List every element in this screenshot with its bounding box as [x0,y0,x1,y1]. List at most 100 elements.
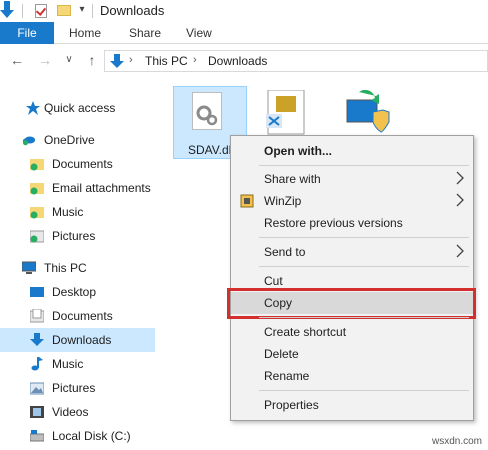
sidebar-item-label: Quick access [44,101,116,115]
menu-item-label: Open with... [264,144,332,158]
sidebar-item-documents[interactable]: Documents [0,304,155,328]
properties-icon[interactable] [35,4,47,18]
menu-separator [259,390,469,391]
menu-item-label: Rename [264,369,310,383]
downloads-icon [30,333,44,346]
setup-shield-icon[interactable] [345,90,391,136]
sidebar-item-onedrive[interactable]: OneDrive [0,128,155,152]
menu-separator [259,165,469,166]
pictures-folder-icon [30,230,44,243]
dll-file-icon [192,92,222,130]
menu-item-label: WinZip [264,194,302,208]
sidebar-item-videos[interactable]: Videos [0,400,155,424]
sidebar-item-label: Music [52,205,84,219]
sidebar-item-label: Documents [52,309,113,323]
menu-item-label: Share with [264,172,321,186]
folder-icon [30,183,44,195]
new-folder-icon[interactable] [57,5,71,16]
menu-separator [259,317,469,318]
navigation-pane: Quick access OneDrive Documents Email at… [0,88,160,450]
menu-item-winzip[interactable]: WinZip [231,190,473,212]
pictures-icon [30,382,44,395]
sidebar-item-label: Email attachments [52,181,151,195]
menu-item-label: Send to [264,245,306,259]
tab-home[interactable]: Home [69,22,101,44]
watermark-text: wsxdn.com [431,436,482,447]
sidebar-item-label: Music [52,357,84,371]
sidebar-item-local-disk[interactable]: Local Disk (C:) [0,424,155,448]
customize-toolbar-icon[interactable]: ▾ [76,3,88,17]
tab-view[interactable]: View [186,22,212,44]
sidebar-item-onedrive-pictures[interactable]: Pictures [0,224,155,248]
winzip-icon [240,194,254,208]
up-arrow-icon[interactable]: ↑ [85,53,99,67]
sidebar-item-quick-access[interactable]: Quick access [0,96,155,120]
menu-item-send-to[interactable]: Send to [231,241,473,263]
documents-icon [30,309,44,323]
menu-item-label: Delete [264,347,299,361]
star-icon [26,101,40,115]
highlight-frame [227,288,476,319]
sidebar-item-label: Videos [52,405,89,419]
breadcrumb-separator: › [129,54,133,66]
sidebar-item-label: Downloads [52,333,112,347]
folder-icon [30,207,44,219]
sidebar-item-label: Documents [52,157,113,171]
download-arrow-icon [0,1,14,18]
menu-item-open-with[interactable]: Open with... [231,140,473,162]
ribbon-tabs: File Home Share View [0,22,488,44]
menu-item-label: Create shortcut [264,325,347,339]
breadcrumb-separator: › [193,54,197,66]
sidebar-item-pictures[interactable]: Pictures [0,376,155,400]
menu-item-copy[interactable]: Copy [227,288,476,319]
navigation-bar: ← → ∨ ↑ › This PC › Downloads [0,45,488,77]
recent-locations-icon[interactable]: ∨ [62,53,76,67]
menu-item-label: Cut [264,274,283,288]
menu-item-share-with[interactable]: Share with [231,168,473,190]
menu-item-create-shortcut[interactable]: Create shortcut [231,321,473,343]
sidebar-item-downloads[interactable]: Downloads [0,328,155,352]
sidebar-item-label: This PC [44,261,87,275]
menu-item-label: Restore previous versions [264,216,403,230]
sidebar-item-label: OneDrive [44,133,95,147]
tab-share[interactable]: Share [129,22,161,44]
sidebar-item-onedrive-documents[interactable]: Documents [0,152,155,176]
menu-item-label: Properties [264,398,319,412]
cloud-icon [22,136,36,146]
sidebar-item-label: Pictures [52,381,96,395]
tab-file[interactable]: File [0,22,54,44]
breadcrumb-this-pc[interactable]: This PC [145,54,188,68]
drive-icon [30,430,44,442]
desktop-icon [30,287,44,297]
folder-icon [30,159,44,171]
address-bar[interactable]: › This PC › Downloads [104,50,488,72]
back-arrow-icon[interactable]: ← [10,53,24,67]
gear-icon [196,105,218,126]
menu-item-properties[interactable]: Properties [231,394,473,416]
menu-item-rename[interactable]: Rename [231,365,473,387]
menu-item-delete[interactable]: Delete [231,343,473,365]
title-separator [92,4,93,18]
chevron-right-icon [456,244,464,258]
window-title: Downloads [100,3,165,18]
sidebar-item-music[interactable]: Music [0,352,155,376]
file-name: SDAV.dll [188,143,235,157]
computer-icon [22,261,36,274]
sidebar-item-desktop[interactable]: Desktop [0,280,155,304]
title-bar: ▾ Downloads [0,0,488,22]
chevron-right-icon [456,171,464,185]
breadcrumb-downloads[interactable]: Downloads [208,54,267,68]
sidebar-item-label: Desktop [52,285,97,299]
menu-item-restore-previous-versions[interactable]: Restore previous versions [231,212,473,234]
sidebar-item-email-attachments[interactable]: Email attachments [0,176,155,200]
sidebar-item-onedrive-music[interactable]: Music [0,200,155,224]
chevron-right-icon [456,193,464,207]
forward-arrow-icon[interactable]: → [38,53,52,67]
sidebar-item-label: Local Disk (C:) [52,429,131,443]
film-icon [30,406,44,418]
downloads-icon [110,54,124,68]
menu-separator [259,266,469,267]
menu-separator [259,237,469,238]
sidebar-item-this-pc[interactable]: This PC [0,256,155,280]
context-menu: Open with... Share with WinZip Restore p… [227,135,476,421]
